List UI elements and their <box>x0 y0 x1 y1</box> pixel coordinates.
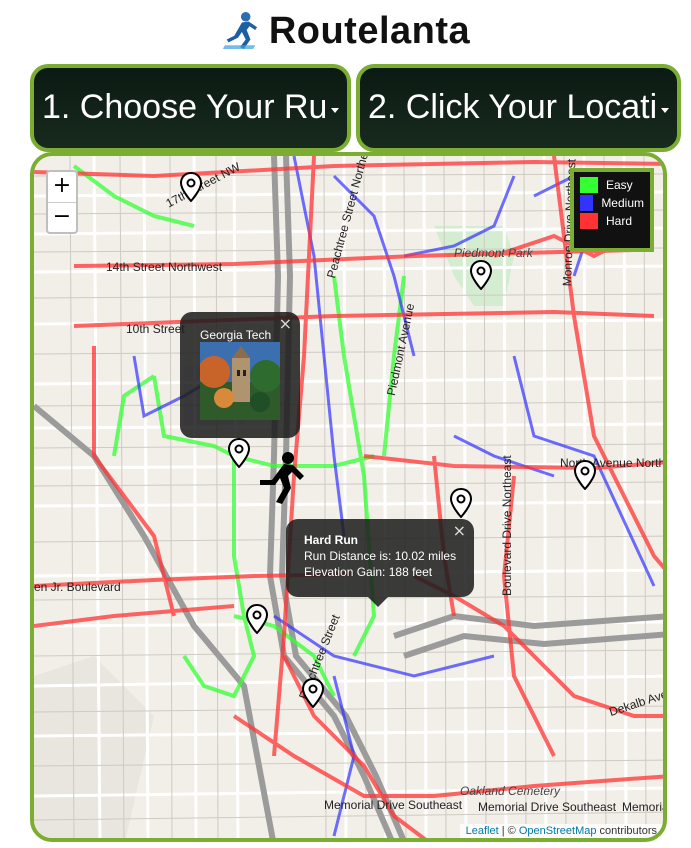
label-memorial-dr-2: Memorial Drive Southeast <box>478 800 617 814</box>
close-icon[interactable]: × <box>279 314 292 333</box>
run-elevation: Elevation Gain: 188 feet <box>304 565 433 579</box>
location-pin-icon[interactable] <box>180 172 202 202</box>
close-icon[interactable]: × <box>453 521 466 540</box>
run-distance: Run Distance is: 10.02 miles <box>304 549 457 563</box>
popup-title: Hard Run <box>304 533 358 547</box>
zoom-out-button[interactable]: − <box>48 202 76 232</box>
choose-run-select[interactable]: 1. Choose Your Run <box>30 64 351 152</box>
choose-run-select-value: 1. Choose Your Run <box>42 88 325 126</box>
location-pin-icon[interactable] <box>470 260 492 290</box>
legend-item-easy: Easy <box>580 176 644 194</box>
attribution-sep: | © <box>498 825 519 837</box>
leaflet-link[interactable]: Leaflet <box>466 825 499 837</box>
location-pin-icon[interactable] <box>574 460 596 490</box>
legend-item-medium: Medium <box>580 194 644 212</box>
popup-title: Georgia Tech <box>200 328 272 342</box>
label-boulevard-ne: Boulevard Drive Northeast <box>500 455 514 596</box>
label-mlk-blvd: en Jr. Boulevard <box>34 580 121 594</box>
legend-label-easy: Easy <box>606 178 633 192</box>
zoom-control: + − <box>46 170 78 234</box>
click-location-select-value: 2. Click Your Location <box>368 88 655 126</box>
location-pin-icon[interactable] <box>450 488 472 518</box>
georgia-tech-popup: × Georgia Tech <box>180 312 300 438</box>
legend-swatch-easy <box>580 177 598 193</box>
label-oakland-cemetery: Oakland Cemetery <box>460 784 561 798</box>
app-title: Routelanta <box>268 9 471 52</box>
route-map[interactable]: 17th Street NW 14th Street Northwest 10t… <box>30 152 667 842</box>
hard-run-popup: × Hard Run Run Distance is: 10.02 miles … <box>286 519 474 607</box>
attribution-suffix: contributors <box>596 825 657 837</box>
osm-link[interactable]: OpenStreetMap <box>519 825 597 837</box>
map-attribution: Leaflet | © OpenStreetMap contributors <box>459 824 663 838</box>
georgia-tech-photo <box>200 342 280 420</box>
runner-marker-icon <box>260 452 304 504</box>
label-memorial-dr-3: Memoria <box>622 800 667 814</box>
difficulty-legend: Easy Medium Hard <box>570 168 654 252</box>
legend-swatch-hard <box>580 213 598 229</box>
chevron-down-icon <box>661 108 669 113</box>
label-memorial-dr-1: Memorial Drive Southeast <box>324 798 463 812</box>
runner-logo-icon <box>222 12 257 50</box>
label-14th-street: 14th Street Northwest <box>106 260 223 274</box>
legend-label-hard: Hard <box>606 214 633 228</box>
location-pin-icon[interactable] <box>246 604 268 634</box>
location-pin-icon[interactable] <box>228 438 250 468</box>
label-piedmont-park: Piedmont Park <box>454 246 533 260</box>
click-location-select[interactable]: 2. Click Your Location <box>356 64 681 152</box>
location-pin-icon[interactable] <box>302 678 324 708</box>
popup-tip <box>368 597 388 607</box>
label-10th-street: 10th Street <box>126 322 185 336</box>
legend-label-medium: Medium <box>601 196 644 210</box>
legend-swatch-medium <box>580 195 594 211</box>
zoom-in-button[interactable]: + <box>48 172 76 202</box>
legend-item-hard: Hard <box>580 212 644 230</box>
chevron-down-icon <box>331 108 339 113</box>
app-header: Routelanta <box>0 0 691 62</box>
